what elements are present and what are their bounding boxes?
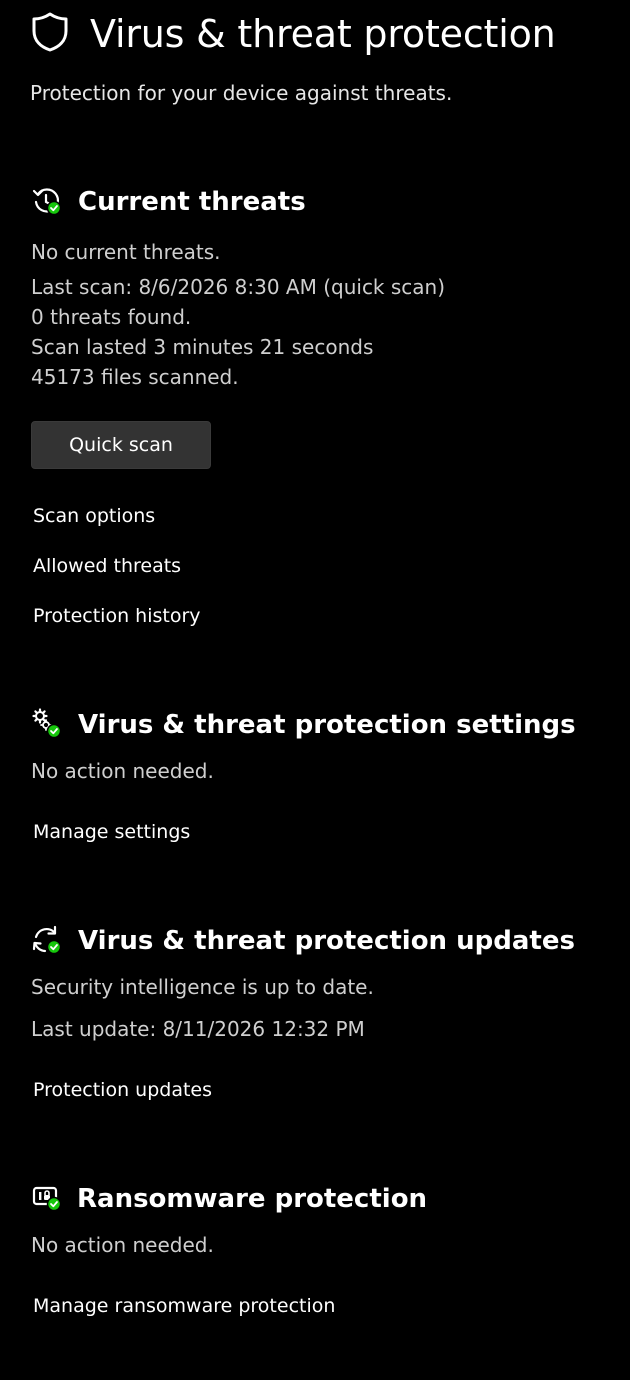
page-title: Virus & threat protection	[90, 12, 556, 56]
scan-options-link[interactable]: Scan options	[33, 503, 155, 529]
updates-title: Virus & threat protection updates	[78, 926, 575, 956]
page-subtitle: Protection for your device against threa…	[30, 81, 453, 105]
scan-duration-text: Scan lasted 3 minutes 21 seconds	[31, 335, 374, 359]
updates-status: Security intelligence is up to date.	[31, 975, 374, 999]
protection-history-link[interactable]: Protection history	[33, 603, 201, 629]
last-update-text: Last update: 8/11/2026 12:32 PM	[31, 1017, 365, 1041]
shield-icon	[31, 12, 69, 52]
history-check-icon	[31, 185, 63, 217]
current-threats-status: No current threats.	[31, 240, 221, 264]
settings-status: No action needed.	[31, 759, 214, 783]
files-scanned-text: 45173 files scanned.	[31, 365, 239, 389]
settings-title: Virus & threat protection settings	[78, 710, 576, 740]
gears-check-icon	[31, 708, 63, 740]
ransomware-status: No action needed.	[31, 1233, 214, 1257]
refresh-check-icon	[31, 924, 63, 956]
current-threats-title: Current threats	[78, 187, 306, 217]
quick-scan-button[interactable]: Quick scan	[31, 421, 211, 469]
allowed-threats-link[interactable]: Allowed threats	[33, 553, 181, 579]
manage-settings-link[interactable]: Manage settings	[33, 819, 190, 845]
last-scan-text: Last scan: 8/6/2026 8:30 AM (quick scan)	[31, 275, 446, 299]
manage-ransomware-link[interactable]: Manage ransomware protection	[33, 1293, 335, 1319]
threats-found-text: 0 threats found.	[31, 305, 192, 329]
protection-updates-link[interactable]: Protection updates	[33, 1077, 212, 1103]
quick-scan-label: Quick scan	[69, 434, 173, 456]
ransomware-check-icon	[31, 1183, 63, 1215]
ransomware-title: Ransomware protection	[77, 1184, 428, 1214]
